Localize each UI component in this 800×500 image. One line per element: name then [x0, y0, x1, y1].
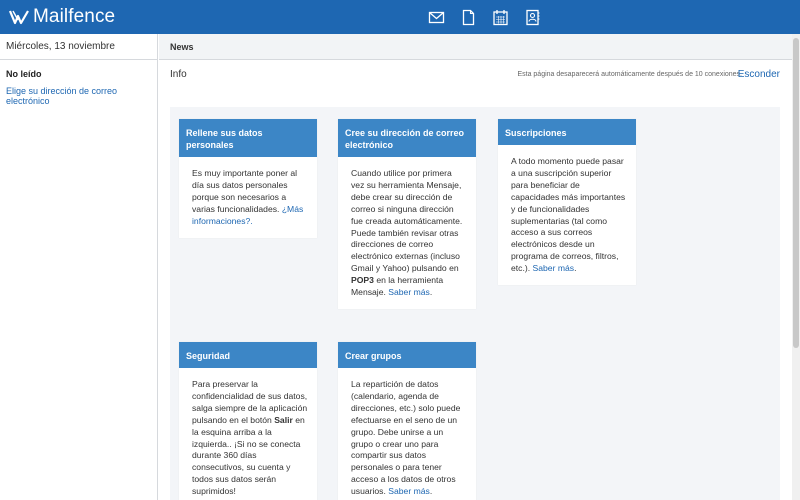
card-body: Es muy importante poner al día sus datos…	[179, 157, 317, 238]
card-text: La repartición de datos (calendario, age…	[351, 379, 461, 497]
card-create-groups: Crear grupos La repartición de datos (ca…	[338, 342, 476, 500]
top-bar: Mailfence	[0, 0, 800, 34]
learn-more-link[interactable]: Saber más	[388, 486, 430, 496]
card-body: Para preservar la confidencialidad de su…	[179, 368, 317, 500]
unread-label[interactable]: No leído	[6, 69, 42, 79]
card-bold-text: POP3	[351, 275, 374, 286]
card-bold-text: Salir	[274, 414, 293, 425]
card-title: Suscripciones	[498, 119, 636, 145]
card-text-end: .	[429, 287, 433, 298]
card-body: A todo momento puede pasar a una suscrip…	[498, 145, 636, 285]
main-header: News	[159, 34, 800, 60]
choose-email-address-link[interactable]: Elige su dirección de correo electrónico	[6, 86, 157, 106]
sidebar-divider	[0, 59, 157, 60]
card-personal-data: Rellene sus datos personales Es muy impo…	[179, 119, 317, 238]
card-title: Cree su dirección de correo electrónico	[338, 119, 476, 157]
sidebar: Miércoles, 13 noviembre No leído Elige s…	[0, 34, 158, 500]
hide-link[interactable]: Esconder	[738, 69, 780, 80]
mailfence-logo[interactable]: Mailfence	[9, 6, 116, 27]
card-text-end: .	[574, 263, 577, 274]
current-date: Miércoles, 13 noviembre	[6, 41, 115, 52]
scrollbar-thumb[interactable]	[793, 38, 799, 348]
card-body: Cuando utilice por primera vez su herram…	[338, 157, 476, 309]
disappear-note: Esta página desaparecerá automáticamente…	[517, 71, 742, 78]
document-icon[interactable]	[458, 7, 478, 27]
card-text: A todo momento puede pasar a una suscrip…	[511, 156, 626, 274]
card-security: Seguridad Para preservar la confidencial…	[179, 342, 317, 500]
card-text: Cuando utilice por primera vez su herram…	[351, 168, 463, 274]
mail-icon[interactable]	[426, 7, 446, 27]
app-switcher	[426, 7, 554, 27]
card-title: Seguridad	[179, 342, 317, 368]
info-title: Info	[170, 69, 187, 80]
card-create-email: Cree su dirección de correo electrónico …	[338, 119, 476, 309]
calendar-icon[interactable]	[490, 7, 510, 27]
card-title: Rellene sus datos personales	[179, 119, 317, 157]
learn-more-link[interactable]: Saber más	[388, 287, 430, 297]
app-name: Mailfence	[33, 6, 116, 27]
card-title: Crear grupos	[338, 342, 476, 368]
news-tab[interactable]: News	[170, 42, 194, 52]
card-subscriptions: Suscripciones A todo momento puede pasar…	[498, 119, 636, 286]
card-text-continued: en la esquina arriba a la izquierda.. ¡S…	[192, 414, 305, 497]
page-scrollbar[interactable]	[792, 34, 800, 500]
card-text-end: .	[429, 486, 433, 497]
learn-more-link[interactable]: Saber más	[533, 263, 575, 273]
contacts-icon[interactable]	[522, 7, 542, 27]
logo-mark-icon	[9, 10, 29, 25]
card-body: La repartición de datos (calendario, age…	[338, 368, 476, 500]
